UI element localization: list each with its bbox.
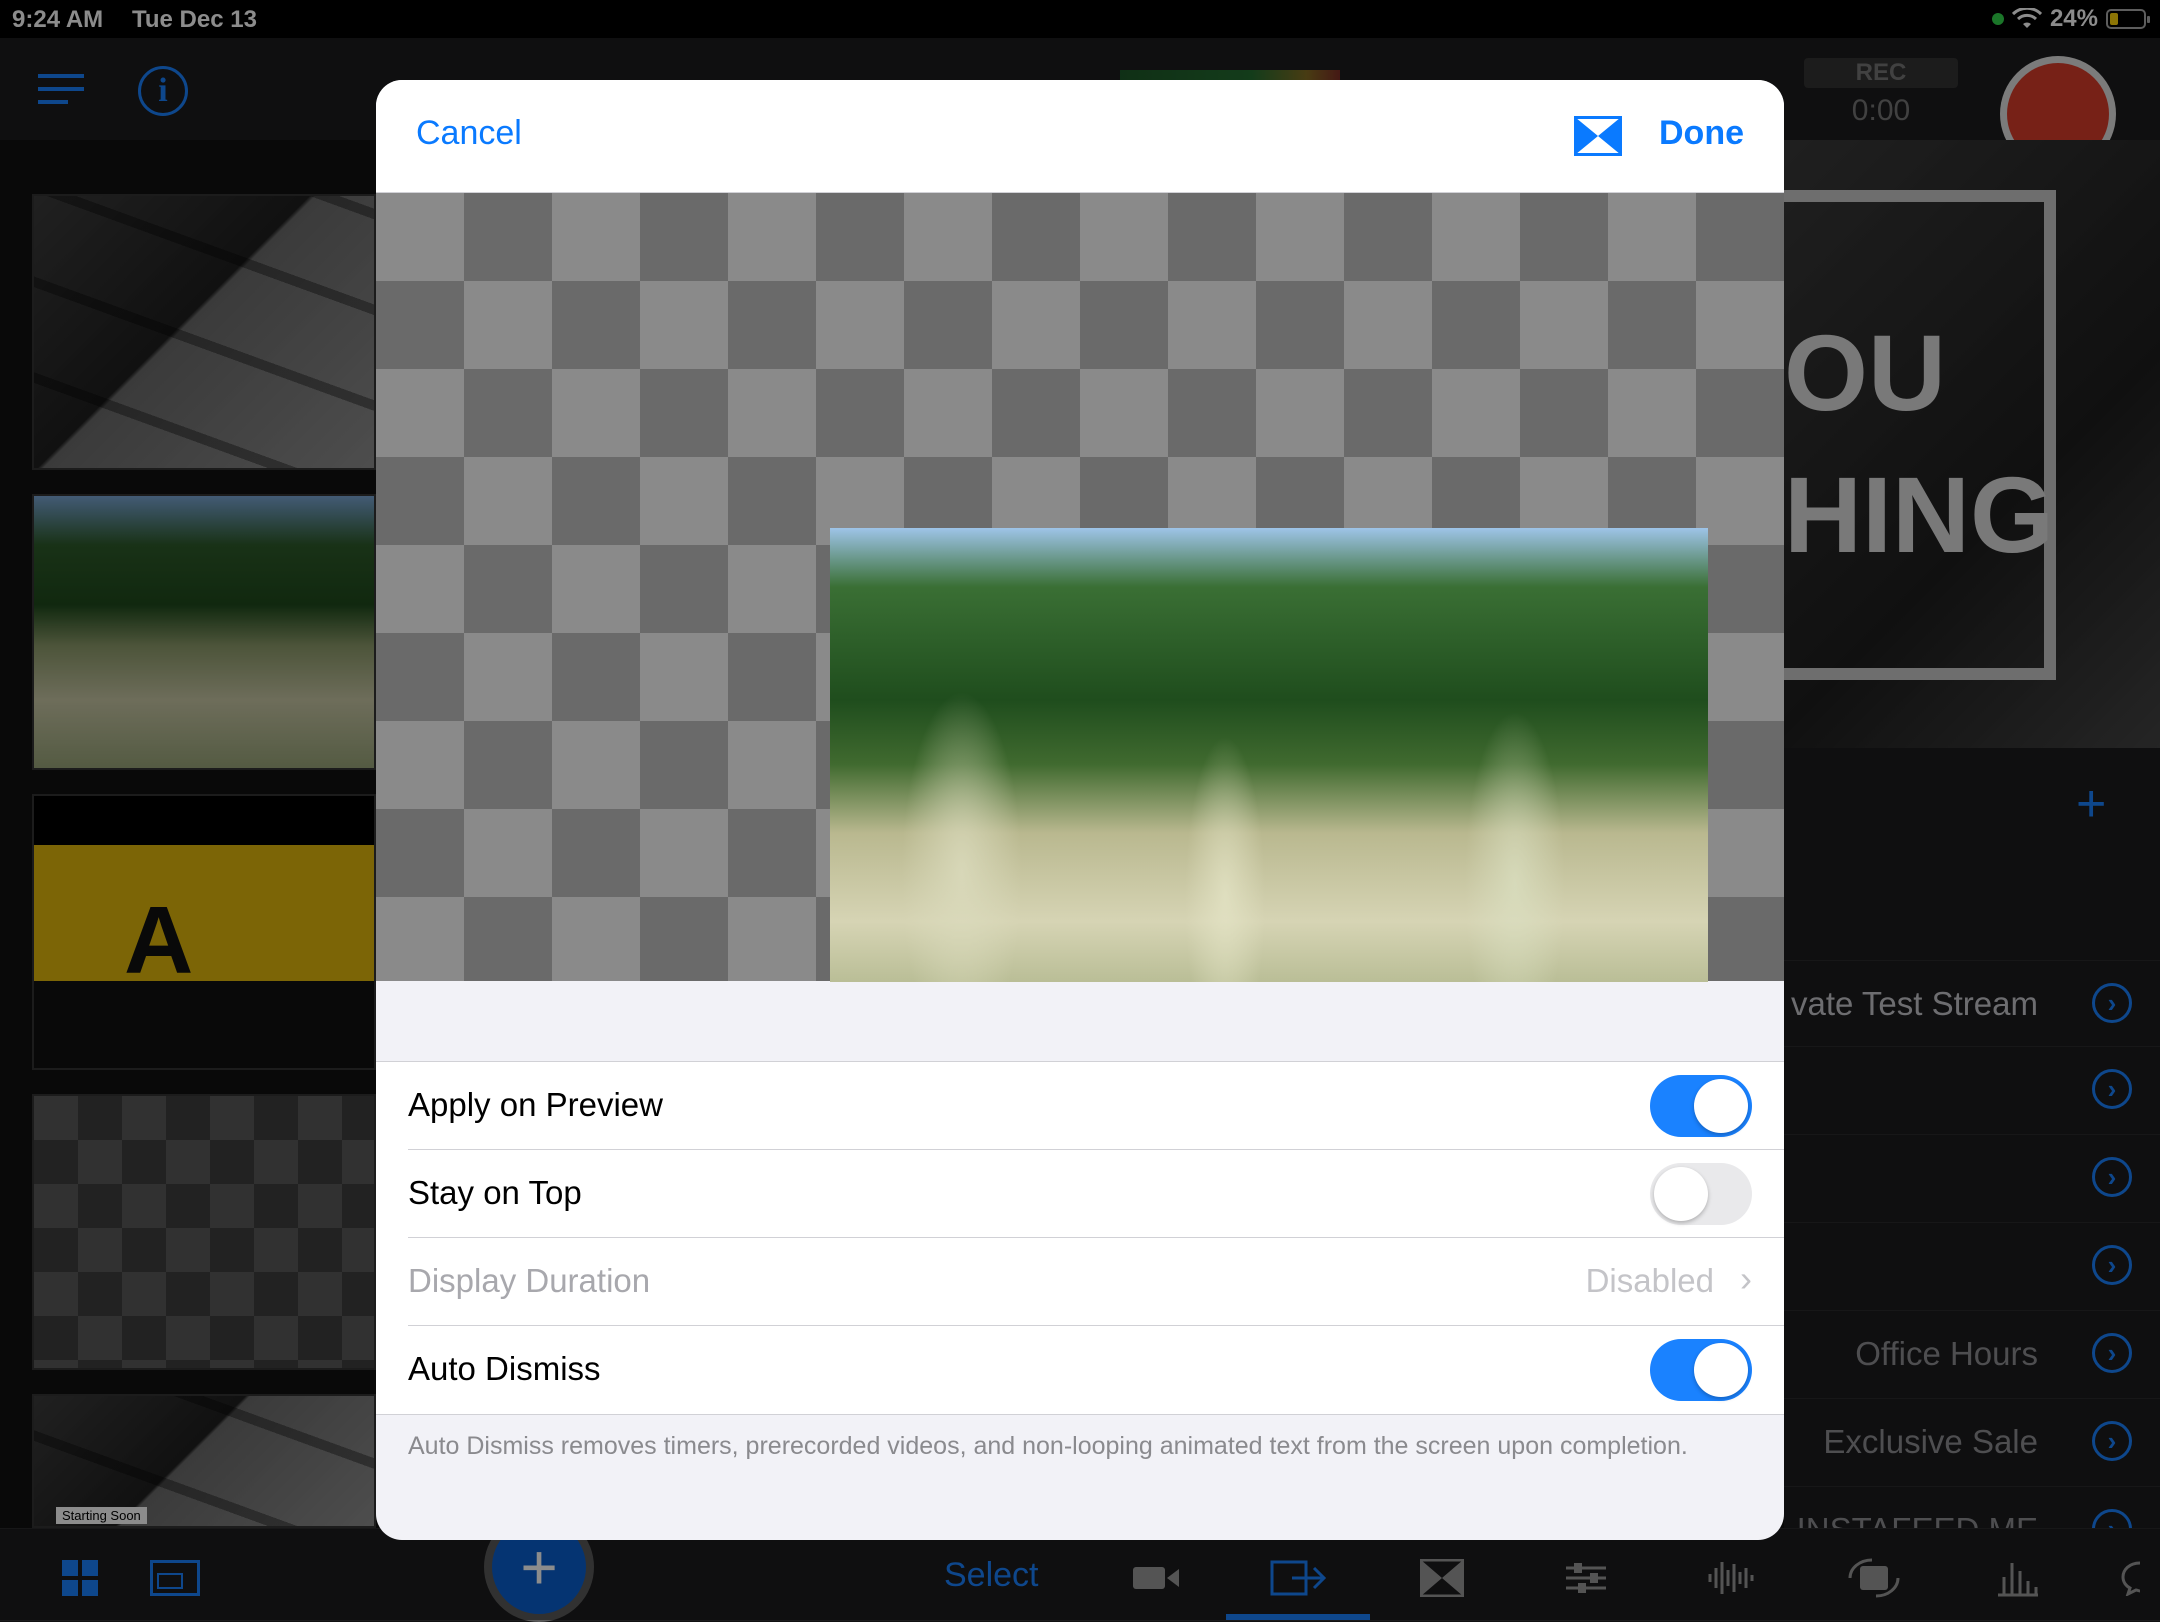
stay-on-top-toggle[interactable]: [1650, 1163, 1752, 1225]
cancel-button[interactable]: Cancel: [416, 114, 522, 153]
setting-stay-on-top: Stay on Top: [376, 1150, 1784, 1238]
display-duration-value: Disabled: [1585, 1262, 1714, 1299]
auto-dismiss-footnote: Auto Dismiss removes timers, prerecorded…: [408, 1432, 1688, 1460]
setting-label: Display Duration: [408, 1262, 651, 1299]
overlay-settings-modal: Cancel Done Apply on Preview Stay on Top…: [376, 80, 1784, 1540]
done-button[interactable]: Done: [1659, 114, 1744, 153]
setting-display-duration[interactable]: Display Duration Disabled ›: [376, 1238, 1784, 1326]
section-bottom-border: [376, 1414, 1784, 1415]
chevron-right-icon: ›: [1740, 1258, 1752, 1299]
auto-dismiss-toggle[interactable]: [1650, 1339, 1752, 1401]
apply-on-preview-toggle[interactable]: [1650, 1075, 1752, 1137]
overlay-image-wheat-field[interactable]: [830, 528, 1708, 1020]
setting-label: Stay on Top: [408, 1174, 582, 1211]
setting-label: Auto Dismiss: [408, 1350, 601, 1387]
section-spacer: [376, 982, 1784, 1052]
modal-header: Cancel Done: [376, 80, 1784, 193]
setting-apply-on-preview: Apply on Preview: [376, 1062, 1784, 1150]
setting-label: Apply on Preview: [408, 1086, 663, 1123]
transition-icon[interactable]: [1574, 116, 1622, 156]
setting-auto-dismiss: Auto Dismiss: [376, 1326, 1784, 1414]
overlay-canvas[interactable]: [376, 193, 1784, 1020]
